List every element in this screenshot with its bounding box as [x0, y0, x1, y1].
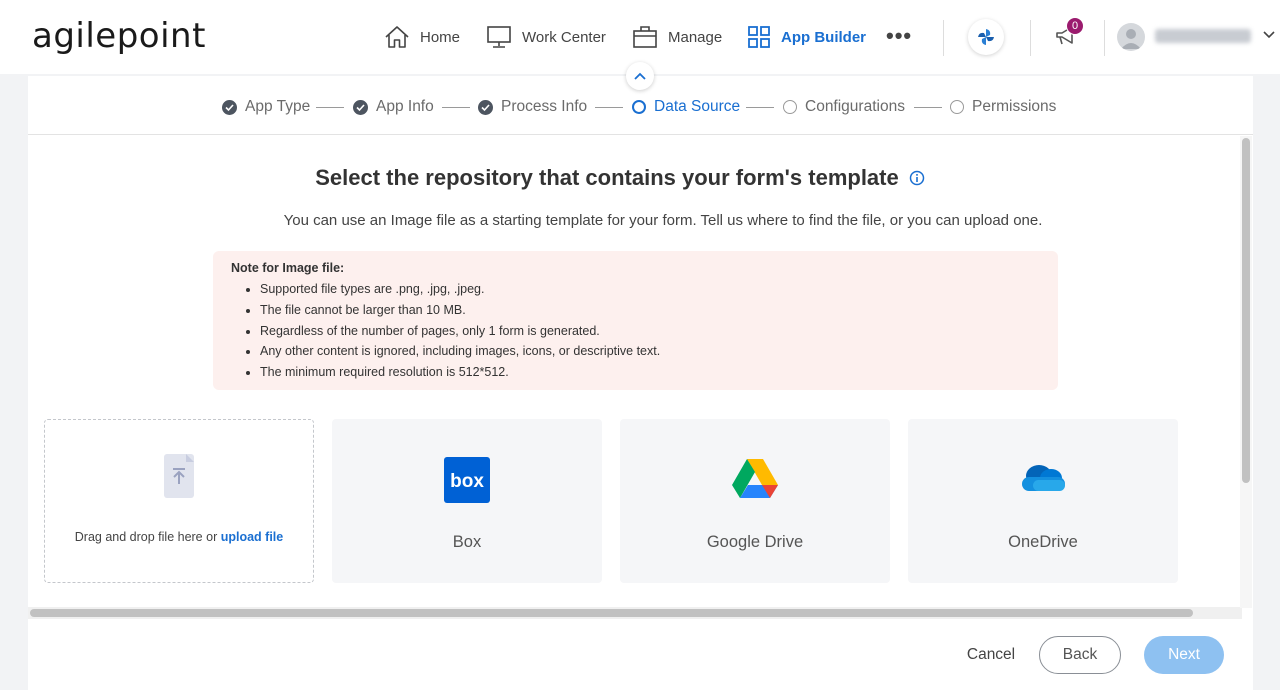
source-onedrive[interactable]: OneDrive: [908, 419, 1178, 583]
box-logo-text: box: [450, 471, 484, 492]
page-heading: Select the repository that contains your…: [28, 165, 1212, 191]
step-process-info[interactable]: Process Info: [478, 98, 587, 116]
check-icon: [478, 99, 493, 115]
note-item: Supported file types are .png, .jpg, .jp…: [260, 279, 1040, 300]
box-logo-icon: box: [332, 457, 602, 503]
notification-badge: 0: [1066, 17, 1084, 35]
step-label: App Info: [376, 98, 434, 115]
step-connector: [595, 107, 623, 108]
step-app-type[interactable]: App Type: [222, 98, 310, 116]
info-icon[interactable]: [909, 170, 925, 186]
chevron-up-icon: [634, 72, 646, 80]
step-label: Data Source: [654, 98, 741, 115]
pending-step-icon: [783, 100, 797, 114]
step-label: Process Info: [501, 98, 588, 115]
note-item: Regardless of the number of pages, only …: [260, 321, 1040, 342]
step-label: Configurations: [805, 98, 905, 115]
avatar[interactable]: [1117, 23, 1145, 51]
google-drive-icon: [620, 457, 890, 499]
upload-dropzone[interactable]: Drag and drop file here or upload file: [44, 419, 314, 583]
briefcase-icon: [633, 26, 657, 48]
note-list: Supported file types are .png, .jpg, .jp…: [231, 279, 1040, 383]
upload-text: Drag and drop file here or: [74, 530, 218, 544]
horizontal-scrollbar[interactable]: [30, 609, 1193, 617]
step-connector: [316, 107, 344, 108]
note-item: The file cannot be larger than 10 MB.: [260, 300, 1040, 321]
upload-file-icon: [45, 450, 313, 502]
step-configurations[interactable]: Configurations: [783, 98, 905, 116]
step-label: Permissions: [972, 98, 1057, 115]
wizard-card: App Type App Info Process Info Data Sour…: [28, 76, 1253, 690]
step-connector: [442, 107, 470, 108]
nav-work-center-label: Work Center: [522, 28, 606, 46]
source-label: Google Drive: [706, 533, 804, 551]
nav-app-builder[interactable]: App Builder: [747, 22, 866, 52]
check-icon: [222, 99, 237, 115]
nav-manage-label: Manage: [668, 28, 723, 46]
next-button[interactable]: Next: [1144, 636, 1224, 674]
upload-file-link[interactable]: upload file: [221, 530, 284, 544]
home-icon: [385, 26, 409, 48]
more-menu-button[interactable]: •••: [886, 25, 912, 47]
nav-app-builder-label: App Builder: [781, 28, 866, 46]
upload-instructions: Drag and drop file here or upload file: [45, 530, 313, 544]
current-step-icon: [632, 100, 646, 114]
onedrive-icon: [908, 461, 1178, 495]
grid-icon: [748, 26, 770, 48]
divider: [943, 20, 944, 56]
ai-assistant-button[interactable]: [968, 19, 1004, 55]
note-item: The minimum required resolution is 512*5…: [260, 362, 1040, 383]
pending-step-icon: [950, 100, 964, 114]
divider: [1104, 20, 1105, 56]
source-google-drive[interactable]: Google Drive: [620, 419, 890, 583]
username-redacted: [1155, 29, 1251, 43]
page-title: Select the repository that contains your…: [315, 165, 899, 190]
cancel-button[interactable]: Cancel: [958, 636, 1024, 674]
nav-work-center[interactable]: Work Center: [486, 22, 606, 52]
chevron-down-icon[interactable]: [1262, 30, 1276, 40]
step-connector: [746, 107, 774, 108]
source-box[interactable]: box Box: [332, 419, 602, 583]
step-connector: [914, 107, 942, 108]
divider: [1030, 20, 1031, 56]
nav-home[interactable]: Home: [384, 22, 460, 52]
agilepoint-logo[interactable]: agilepoint: [32, 16, 206, 56]
collapse-header-button[interactable]: [626, 62, 654, 90]
step-data-source[interactable]: Data Source: [632, 98, 740, 116]
step-label: App Type: [245, 98, 311, 115]
step-app-info[interactable]: App Info: [353, 98, 434, 116]
note-item: Any other content is ignored, including …: [260, 341, 1040, 362]
nav-manage[interactable]: Manage: [632, 22, 722, 52]
check-icon: [353, 99, 368, 115]
note-title: Note for Image file:: [231, 261, 345, 275]
user-icon: [1121, 29, 1141, 49]
image-file-note: Note for Image file: Supported file type…: [213, 251, 1058, 390]
source-label: OneDrive: [1008, 533, 1078, 551]
vertical-scrollbar[interactable]: [1242, 138, 1250, 483]
monitor-icon: [487, 26, 511, 48]
step-permissions[interactable]: Permissions: [950, 98, 1056, 116]
nav-home-label: Home: [420, 28, 461, 46]
page-subtext: You can use an Image file as a starting …: [283, 212, 1043, 229]
pinwheel-icon: [978, 29, 994, 45]
source-label: Box: [452, 533, 482, 551]
back-button[interactable]: Back: [1039, 636, 1121, 674]
